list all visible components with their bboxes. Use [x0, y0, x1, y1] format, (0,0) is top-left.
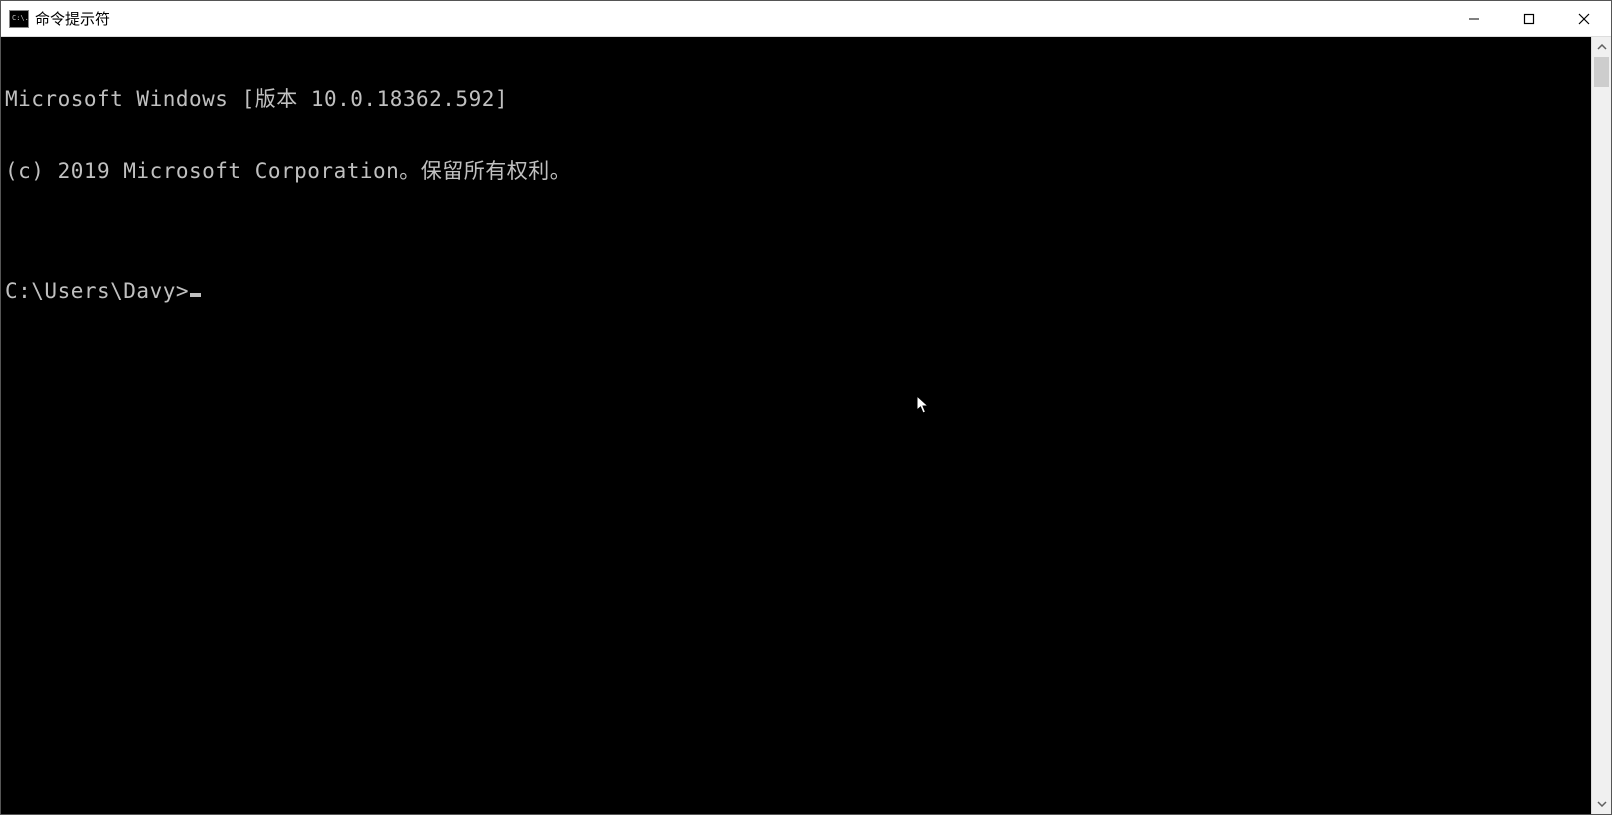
- window-title: 命令提示符: [35, 8, 110, 29]
- cmd-icon: C:\.: [9, 10, 29, 28]
- terminal-area: Microsoft Windows [版本 10.0.18362.592] (c…: [1, 37, 1611, 814]
- terminal-line-version: Microsoft Windows [版本 10.0.18362.592]: [5, 87, 1587, 111]
- scroll-thumb[interactable]: [1594, 57, 1609, 87]
- close-button[interactable]: [1556, 1, 1611, 36]
- terminal-line-copyright: (c) 2019 Microsoft Corporation。保留所有权利。: [5, 159, 1587, 183]
- vertical-scrollbar[interactable]: [1591, 37, 1611, 814]
- maximize-button[interactable]: [1501, 1, 1556, 36]
- terminal-cursor: [190, 293, 201, 297]
- title-bar: C:\. 命令提示符: [1, 1, 1611, 37]
- terminal-content[interactable]: Microsoft Windows [版本 10.0.18362.592] (c…: [1, 37, 1591, 814]
- terminal-prompt-line: C:\Users\Davy>: [5, 279, 1587, 303]
- scroll-up-button[interactable]: [1592, 37, 1611, 57]
- mouse-cursor-icon: [837, 371, 930, 444]
- chevron-up-icon: [1597, 44, 1607, 50]
- scroll-track[interactable]: [1592, 57, 1611, 794]
- close-icon: [1578, 13, 1590, 25]
- window-controls: [1446, 1, 1611, 36]
- scroll-down-button[interactable]: [1592, 794, 1611, 814]
- chevron-down-icon: [1597, 801, 1607, 807]
- maximize-icon: [1523, 13, 1535, 25]
- minimize-icon: [1468, 13, 1480, 25]
- title-left: C:\. 命令提示符: [9, 8, 110, 29]
- cmd-icon-glyph: C:\.: [12, 15, 29, 22]
- minimize-button[interactable]: [1446, 1, 1501, 36]
- terminal-prompt: C:\Users\Davy>: [5, 279, 189, 303]
